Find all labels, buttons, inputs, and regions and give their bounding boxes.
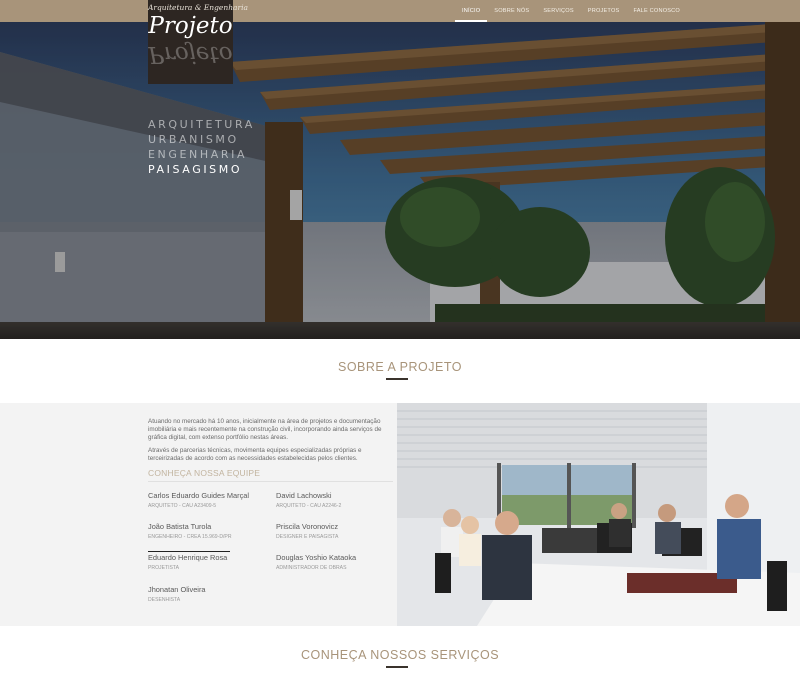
hero-tagline: ARQUITETURA URBANISMO ENGENHARIA PAISAGI… xyxy=(148,117,255,177)
team-member: Jhonatan Oliveira DESENHISTA xyxy=(148,585,206,603)
about-paragraph-2: Através de parcerias técnicas, movimenta… xyxy=(148,447,362,463)
member-name: Eduardo Henrique Rosa xyxy=(148,553,228,562)
member-role: ADMINISTRADOR DE OBRAS xyxy=(276,565,347,571)
services-heading-rule xyxy=(386,666,408,668)
member-role: ARQUITETO - CAU A23409-5 xyxy=(148,503,217,509)
member-name: Douglas Yoshio Kataoka xyxy=(276,553,357,562)
team-member: Douglas Yoshio Kataoka ADMINISTRADOR DE … xyxy=(276,553,356,571)
team-heading: CONHEÇA NOSSA EQUIPE xyxy=(148,468,261,478)
hero-banner: ARQUITETURA URBANISMO ENGENHARIA PAISAGI… xyxy=(0,22,800,339)
nav-projetos[interactable]: PROJETOS xyxy=(581,0,627,22)
member-name: Priscila Voronovicz xyxy=(276,522,339,531)
member-name: David Lachowski xyxy=(276,491,332,500)
member-role: DESENHISTA xyxy=(148,597,181,603)
team-member: João Batista Turola ENGENHEIRO - CREA 15… xyxy=(148,522,232,540)
team-member: David Lachowski ARQUITETO - CAU A2246-2 xyxy=(276,491,341,509)
member-name: Jhonatan Oliveira xyxy=(148,585,206,594)
member-role: PROJETISTA xyxy=(148,565,180,571)
nav-sobre-nos[interactable]: SOBRE NÓS xyxy=(487,0,536,22)
tagline-arquitetura: ARQUITETURA xyxy=(148,118,255,131)
pergola-render-image xyxy=(0,22,800,339)
logo-subtitle: Arquitetura & Engenharia xyxy=(148,3,248,12)
member-name: João Batista Turola xyxy=(148,522,212,531)
member-role: ARQUITETO - CAU A2246-2 xyxy=(276,503,342,509)
member-name: Carlos Eduardo Guides Marçal xyxy=(148,491,250,500)
team-member: Eduardo Henrique Rosa PROJETISTA xyxy=(148,551,230,571)
member-overline xyxy=(148,551,230,552)
nav-inicio[interactable]: INÍCIO xyxy=(455,0,488,22)
member-role: DESIGNER E PAISAGISTA xyxy=(276,534,339,540)
about-paragraph-1: Atuando no mercado há 10 anos, inicialme… xyxy=(148,418,382,442)
nav-servicos[interactable]: SERVIÇOS xyxy=(536,0,580,22)
about-heading-rule xyxy=(386,378,408,380)
office-team-photo xyxy=(397,403,800,626)
logo-title: Projeto xyxy=(148,13,233,39)
logo-reflection: Projeto xyxy=(148,41,233,67)
team-member: Priscila Voronovicz DESIGNER E PAISAGIST… xyxy=(276,522,338,540)
brand-logo[interactable]: Arquitetura & Engenharia Projeto Projeto xyxy=(148,0,248,84)
main-nav: INÍCIO SOBRE NÓS SERVIÇOS PROJETOS FALE … xyxy=(455,0,687,22)
team-divider xyxy=(148,481,393,482)
top-navbar: INÍCIO SOBRE NÓS SERVIÇOS PROJETOS FALE … xyxy=(0,0,800,22)
services-heading: CONHEÇA NOSSOS SERVIÇOS xyxy=(300,648,500,662)
tagline-paisagismo: PAISAGISMO xyxy=(148,163,243,176)
tagline-engenharia: ENGENHARIA xyxy=(148,148,248,161)
nav-fale-conosco[interactable]: FALE CONOSCO xyxy=(626,0,687,22)
tagline-urbanismo: URBANISMO xyxy=(148,133,239,146)
team-member: Carlos Eduardo Guides Marçal ARQUITETO -… xyxy=(148,491,249,509)
member-role: ENGENHEIRO - CREA 15.969-D/PR xyxy=(148,534,232,540)
office-photo-illustration xyxy=(397,403,800,626)
about-heading: SOBRE A PROJETO xyxy=(338,360,462,374)
